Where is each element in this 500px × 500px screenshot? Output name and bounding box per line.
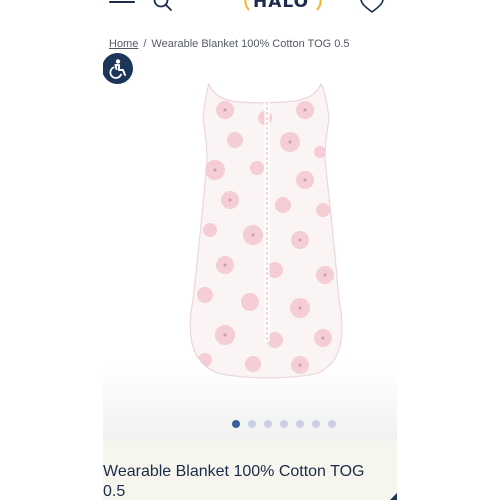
breadcrumb-separator: / xyxy=(143,38,147,50)
carousel-dot[interactable] xyxy=(248,420,256,428)
product-image-wearable-blanket[interactable] xyxy=(175,80,361,380)
breadcrumb-current: Wearable Blanket 100% Cotton TOG 0.5 xyxy=(151,38,350,50)
carousel-dot[interactable] xyxy=(280,420,288,428)
product-title: Wearable Blanket 100% Cotton TOG 0.5 xyxy=(103,463,365,500)
search-icon[interactable] xyxy=(153,0,173,12)
image-fade xyxy=(103,365,397,441)
product-info-panel: Wearable Blanket 100% Cotton TOG 0.5 xyxy=(103,441,397,500)
halo-logo[interactable]: HALO xyxy=(243,0,325,16)
carousel-dot[interactable] xyxy=(264,420,272,428)
corner-tab[interactable] xyxy=(389,493,397,500)
breadcrumb-home-link[interactable]: Home xyxy=(109,38,138,50)
carousel-dot[interactable] xyxy=(312,420,320,428)
carousel-dot[interactable] xyxy=(328,420,336,428)
carousel-dots xyxy=(232,420,336,428)
hamburger-menu-icon[interactable] xyxy=(109,0,135,10)
accessibility-button[interactable] xyxy=(103,53,133,84)
site-header: HALO xyxy=(103,0,397,18)
heart-icon[interactable] xyxy=(360,0,384,14)
carousel-dot[interactable] xyxy=(232,420,240,428)
breadcrumb: Home / Wearable Blanket 100% Cotton TOG 0.… xyxy=(109,38,350,50)
accessibility-icon xyxy=(109,59,126,79)
carousel-dot[interactable] xyxy=(296,420,304,428)
product-page: HALO Home / Wearable Blanket 100% Cotton T… xyxy=(103,0,397,500)
logo-text: HALO xyxy=(253,0,310,12)
